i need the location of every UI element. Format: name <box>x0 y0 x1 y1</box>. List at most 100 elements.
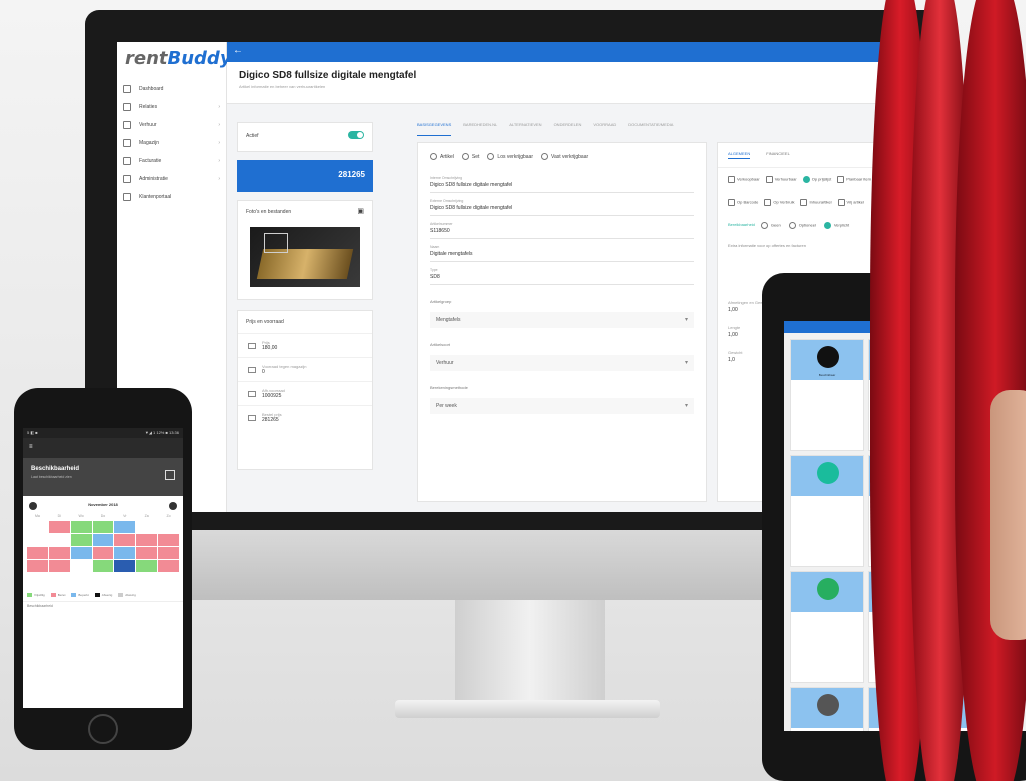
calendar-day[interactable] <box>158 534 179 546</box>
menu-icon[interactable]: ≡ <box>29 444 33 450</box>
dropdown-select[interactable]: Per week <box>430 398 694 414</box>
next-month-icon[interactable] <box>168 502 177 510</box>
calendar-day[interactable] <box>92 560 114 572</box>
calendar-day[interactable] <box>92 534 114 546</box>
calendar-icon[interactable] <box>165 470 175 480</box>
tab-2[interactable]: ALTERNATIEVEN <box>509 122 541 136</box>
active-toggle[interactable] <box>348 131 364 139</box>
article-type-option[interactable]: Artikel <box>430 153 454 160</box>
product-photo[interactable] <box>250 227 360 287</box>
calendar-day[interactable] <box>158 521 179 533</box>
calendar-day[interactable] <box>48 521 70 533</box>
checkbox-option[interactable]: Op Verbruik <box>764 199 794 206</box>
calendar-day[interactable] <box>70 534 92 546</box>
sidebar-item[interactable]: Klantenportaal <box>117 188 226 206</box>
calendar-day[interactable] <box>158 547 179 559</box>
settings-tab[interactable]: ALGEMEEN <box>728 151 751 159</box>
calendar-day[interactable] <box>70 547 92 559</box>
calendar-day[interactable] <box>49 534 70 546</box>
calendar-day[interactable] <box>70 521 92 533</box>
article-type-option[interactable]: Set <box>461 153 479 160</box>
availability-option[interactable]: Geen <box>760 222 781 229</box>
calendar-day[interactable] <box>114 547 136 559</box>
calendar-day[interactable] <box>27 534 48 546</box>
relation-card[interactable] <box>790 455 864 567</box>
page-subtitle: Artikel informatie en beheer van verhuur… <box>239 84 326 89</box>
checkbox-option[interactable]: Vrij artikel <box>837 199 864 206</box>
nav-item-icon <box>123 121 131 129</box>
text-field[interactable]: Artikelnummer S118650 <box>430 222 694 239</box>
calendar-day[interactable] <box>27 521 48 533</box>
weekday-label: Vr <box>123 514 127 518</box>
calendar-day[interactable] <box>27 573 48 585</box>
chevron-right-icon: › <box>218 176 220 182</box>
relation-card[interactable] <box>790 687 864 731</box>
availability-option[interactable]: Optioneel <box>788 222 816 229</box>
calendar-day[interactable] <box>136 521 157 533</box>
calendar-day[interactable] <box>27 547 48 559</box>
calendar-day[interactable] <box>114 534 136 546</box>
calendar-day[interactable] <box>71 573 92 585</box>
relation-card[interactable]: Beschikbaar <box>790 339 864 451</box>
sidebar-item[interactable]: Facturatie › <box>117 152 226 170</box>
company-logo-icon <box>817 694 839 716</box>
stat-value: 0 <box>262 369 265 375</box>
radio-label: Geen <box>770 222 781 228</box>
tab-1[interactable]: BAREDHEDEN.NL <box>463 122 497 136</box>
checkbox-option[interactable]: Planbaar item <box>837 176 871 183</box>
month-nav: November 2018 <box>23 496 183 512</box>
sidebar-item[interactable]: Relaties › <box>117 98 226 116</box>
sidebar-item[interactable]: Magazijn › <box>117 134 226 152</box>
article-type-option[interactable]: Vast verkrijgbaar <box>541 153 588 160</box>
text-field[interactable]: Externe Omschrijving Digico SD8 fullsize … <box>430 199 694 216</box>
calendar-day[interactable] <box>158 560 179 572</box>
calendar-day[interactable] <box>114 560 136 572</box>
tab-0[interactable]: BASISGEGEVENS <box>417 122 452 136</box>
prev-month-icon[interactable] <box>29 502 37 510</box>
app-logo[interactable]: rentBuddy <box>117 42 232 80</box>
radio-icon <box>461 153 469 160</box>
article-type-option[interactable]: Los verkrijgbaar <box>487 153 533 160</box>
checkbox-option[interactable]: Verkoopbaar <box>728 176 760 183</box>
checkbox-option[interactable]: Op prijslijst <box>802 176 832 183</box>
tab-4[interactable]: VOORRAAD <box>593 122 616 136</box>
back-arrow-icon[interactable]: ← <box>233 45 243 56</box>
calendar-day[interactable] <box>136 560 158 572</box>
calendar-day[interactable] <box>27 560 48 572</box>
phone-home-button[interactable] <box>88 714 118 744</box>
phone-status-bar: 5 ◧ ■ ▼◢ 1 12% ■ 13:36 <box>23 428 183 438</box>
sidebar-item[interactable]: Dashboard <box>117 80 226 98</box>
calendar-day[interactable] <box>92 547 114 559</box>
radio-label: Verplicht <box>833 222 850 228</box>
dropdown-select[interactable]: Mengtafels <box>430 312 694 328</box>
checkbox-label: Op prijslijst <box>811 176 832 182</box>
calendar-day[interactable] <box>114 521 136 533</box>
availability-option[interactable]: Verplicht <box>823 222 850 229</box>
text-field[interactable]: Interne Omschrijving Digico SD8 fullsize … <box>430 176 694 193</box>
weekday-label: Do <box>100 514 106 518</box>
sidebar-item[interactable]: Administratie › <box>117 170 226 188</box>
tab-3[interactable]: ONDERDELEN <box>554 122 582 136</box>
checkbox-label: Verhuurbaar <box>774 176 797 182</box>
settings-tab[interactable]: FINANCIEEL <box>766 151 790 159</box>
nav-item-icon <box>123 85 131 93</box>
checkbox-label: Inhuurartikel <box>809 199 832 205</box>
checkbox-option[interactable]: Op Barcode <box>728 199 758 206</box>
calendar-day[interactable] <box>136 547 158 559</box>
calendar-day[interactable] <box>48 560 70 572</box>
calendar-day[interactable] <box>136 534 158 546</box>
calendar-day[interactable] <box>48 547 70 559</box>
calendar-day[interactable] <box>92 521 114 533</box>
calendar-grid: Ma Di Wo Do Vr Za Zo <box>23 512 183 585</box>
text-field[interactable]: Type SD8 <box>430 268 694 285</box>
text-field[interactable]: Naam Digitale mengtafels <box>430 245 694 262</box>
sidebar-item[interactable]: Verhuur › <box>117 116 226 134</box>
tab-5[interactable]: DOCUMENTATIE/MEDIA <box>628 122 673 136</box>
dropdown-select[interactable]: Verhuur <box>430 355 694 371</box>
add-photo-icon[interactable]: ▣ <box>357 207 364 215</box>
relation-card[interactable] <box>790 571 864 683</box>
checkbox-option[interactable]: Inhuurartikel <box>800 199 832 206</box>
checkbox-option[interactable]: Verhuurbaar <box>765 176 797 183</box>
calendar-day[interactable] <box>71 560 92 572</box>
calendar-day[interactable] <box>49 573 70 585</box>
